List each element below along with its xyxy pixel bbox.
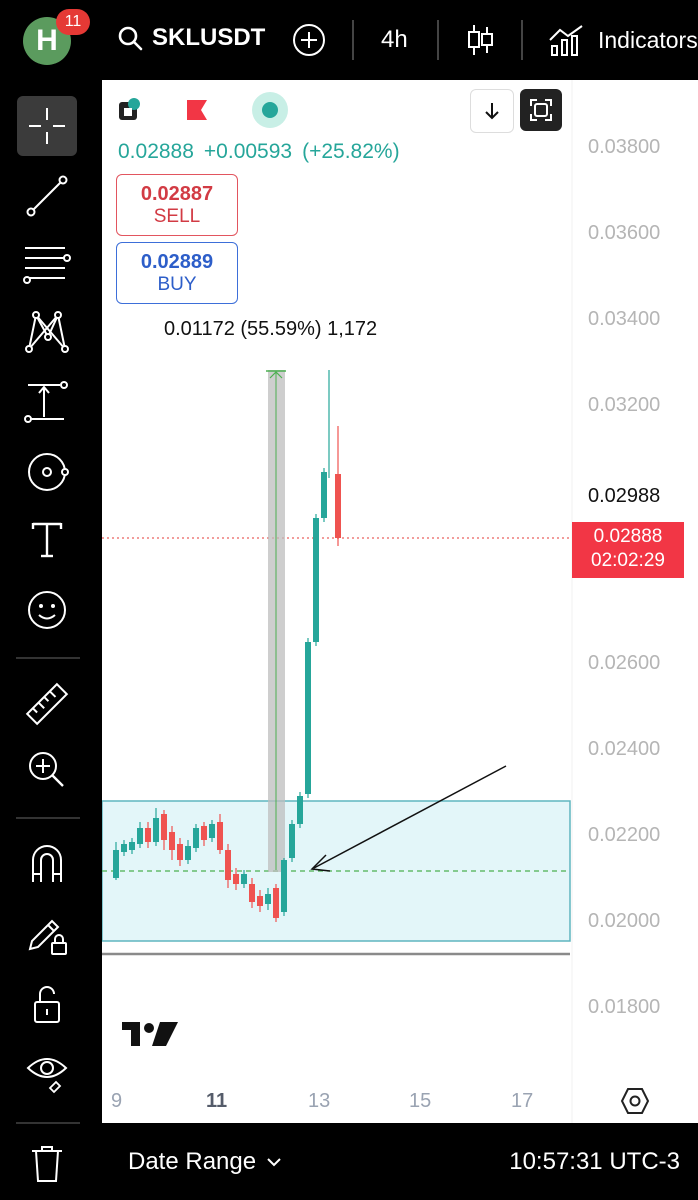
buy-button[interactable]: 0.02889 BUY [116,242,238,304]
price-axis-label: 0.03200 [588,394,661,416]
scroll-to-realtime-button[interactable] [470,89,514,133]
price-axis-label: 0.01800 [588,996,661,1018]
fib-lines-icon [23,247,71,284]
pattern-icon [25,311,69,353]
price-header: 0.02888 +0.00593 (+25.82%) [118,140,400,164]
date-range-label: Date Range [128,1148,257,1175]
arrow-down-icon [485,103,499,120]
ruler-icon [25,682,69,726]
circle-tool[interactable] [17,442,77,502]
buy-label: BUY [157,273,197,295]
compare-add-button[interactable] [292,20,326,60]
price-axis-label: 0.02400 [588,738,661,760]
fullscreen-icon [530,99,552,121]
toolbar-divider [437,20,439,60]
price-axis-label: 0.03600 [588,222,661,244]
measure-tool[interactable] [17,372,77,432]
price-change-percent: (+25.82%) [302,140,400,163]
timezone-clock[interactable]: 10:57:31 UTC-3 [509,1148,680,1176]
sell-price: 0.02887 [140,182,214,205]
bottom-bar: Date Range 10:57:31 UTC-3 [102,1124,698,1200]
magnet-icon [32,845,62,882]
candle-countdown: 02:02:29 [591,550,665,571]
fullscreen-button[interactable] [520,89,562,131]
indicators-label: Indicators [598,26,698,53]
price-axis-label: 0.03800 [588,136,661,158]
zoom-in-tool[interactable] [17,740,77,800]
ruler-tool[interactable] [17,674,77,734]
chart-panel[interactable]: 0.02888 +0.00593 (+25.82%) 0.02887 SELL … [102,80,698,1123]
trend-line-icon [26,175,68,217]
flag-icon [187,100,207,120]
settings-hexagon-icon [620,1088,650,1114]
chart-type-button[interactable] [466,20,494,60]
toolbar-divider [16,657,80,659]
current-price-value: 0.02888 [593,526,663,547]
sell-label: SELL [153,205,201,227]
symbol-search-button[interactable]: SKLUSDT [116,24,265,52]
tradingview-logo [122,1022,178,1046]
circle-target-icon [28,453,69,491]
lock-drawing-tool[interactable] [17,904,77,964]
text-tool[interactable] [17,510,77,570]
pattern-tool[interactable] [17,302,77,362]
magnet-tool[interactable] [17,834,77,894]
delete-drawings-tool[interactable] [17,1134,77,1194]
toolbar-divider [352,20,354,60]
notification-badge: 11 [56,9,90,35]
interval-button[interactable]: 4h [381,20,408,60]
text-icon [31,522,63,558]
hide-drawings-tool[interactable] [17,1042,77,1102]
last-price: 0.02888 [118,140,194,163]
indicators-button[interactable]: Indicators [548,20,698,60]
chart-settings-button[interactable] [620,1086,650,1121]
interval-label: 4h [381,26,408,53]
sell-button[interactable]: 0.02887 SELL [116,174,238,236]
measure-result-label: 0.01172 (55.59%) 1,172 [164,318,378,340]
lock-all-tool[interactable] [17,974,77,1034]
emoji-tool[interactable] [17,580,77,640]
trend-line-tool[interactable] [17,166,77,226]
top-toolbar: H 11 SKLUSDT 4h Indicators [0,0,698,80]
fib-retracement-tool[interactable] [17,234,77,294]
chart-status-icons [116,90,290,130]
chevron-down-icon [267,1158,281,1167]
price-axis-label: 0.03400 [588,308,661,330]
unlock-icon [34,986,60,1023]
current-price-tag: 0.02888 02:02:29 [572,522,684,578]
crosshair-icon [29,108,65,144]
price-axis-label: 0.02200 [588,824,661,846]
toolbar-divider [521,20,523,60]
time-axis-label: 9 [111,1090,123,1112]
time-axis-label: 17 [511,1090,534,1112]
eye-icon [26,1058,68,1094]
drawing-toolbar [0,80,96,1200]
pencil-lock-icon [28,919,67,955]
trash-icon [32,1146,62,1182]
date-range-button[interactable]: Date Range [128,1148,282,1176]
price-change: +0.00593 [203,140,293,163]
symbol-label: SKLUSDT [152,24,266,51]
high-price-label: 0.02988 [588,485,661,507]
market-open-icon [252,92,288,128]
toolbar-divider [16,1122,80,1124]
time-axis-label: 11 [206,1090,228,1112]
avatar-letter: H [36,24,58,57]
price-range-icon [24,381,68,423]
search-icon [118,26,143,51]
price-axis-label: 0.02000 [588,910,661,932]
smiley-icon [28,591,66,629]
price-axis-label: 0.02600 [588,652,661,674]
indicators-icon [549,25,583,56]
candles-icon [468,25,493,55]
plus-circle-icon [293,24,325,56]
exchange-icon [119,98,140,120]
zoom-in-icon [29,752,64,787]
toolbar-divider [16,817,80,819]
time-axis-label: 15 [409,1090,432,1112]
crosshair-tool[interactable] [17,96,77,156]
time-axis-label: 13 [308,1090,331,1112]
buy-price: 0.02889 [140,250,214,273]
